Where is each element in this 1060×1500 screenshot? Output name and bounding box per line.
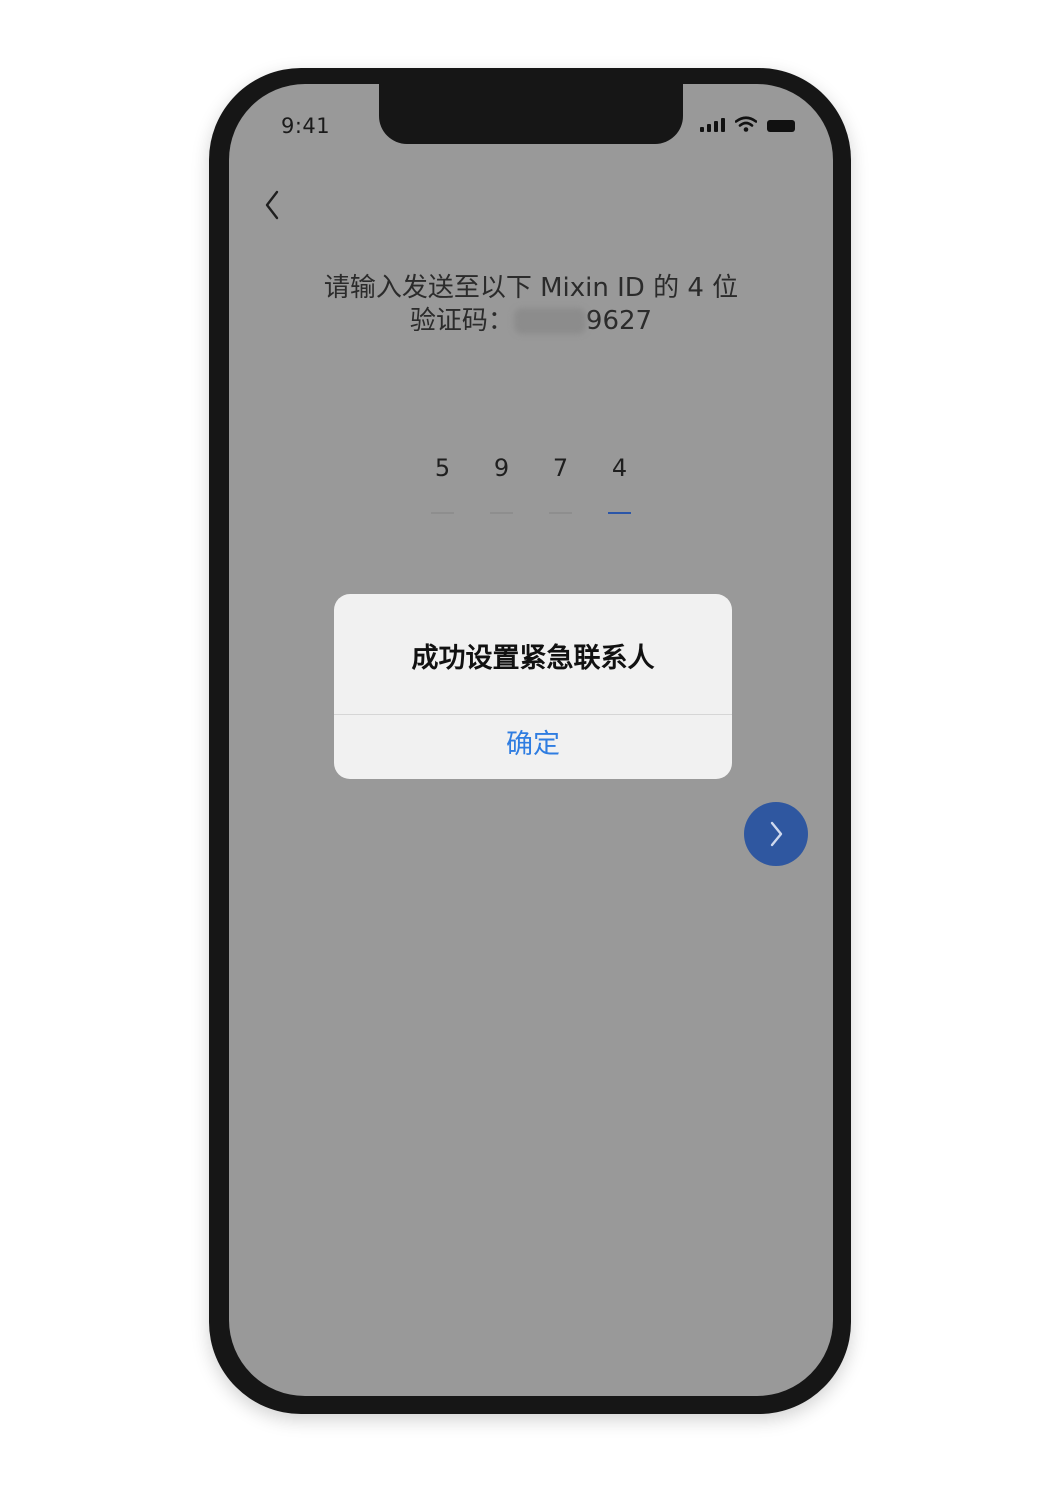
screen: 9:41 请输入发送至以下 Mixin ID 的 4 位 验证码： 9627 5… — [229, 84, 833, 1396]
code-digit-underline — [490, 512, 513, 514]
code-digit-value: 4 — [611, 454, 628, 482]
code-digit-2[interactable]: 9 — [490, 450, 513, 514]
instruction-id-suffix: 9627 — [585, 306, 653, 336]
chevron-right-icon — [770, 821, 783, 847]
phone-frame: 9:41 请输入发送至以下 Mixin ID 的 4 位 验证码： 9627 5… — [209, 68, 851, 1414]
instruction-line-2: 验证码： 9627 — [269, 305, 793, 338]
code-digit-value: 9 — [493, 454, 510, 482]
alert-title: 成功设置紧急联系人 — [411, 643, 655, 674]
code-digit-value: 5 — [434, 454, 451, 482]
status-icons — [700, 116, 795, 132]
redacted-id — [513, 308, 586, 334]
code-digit-underline-active — [608, 512, 631, 514]
next-button[interactable] — [744, 802, 808, 866]
verification-code-input[interactable]: 5 9 7 4 — [431, 450, 631, 514]
success-alert: 成功设置紧急联系人 确定 — [334, 594, 732, 779]
instruction-text: 请输入发送至以下 Mixin ID 的 4 位 验证码： 9627 — [269, 272, 793, 338]
code-digit-1[interactable]: 5 — [431, 450, 454, 514]
confirm-button[interactable]: 确定 — [334, 715, 732, 779]
back-button[interactable] — [259, 188, 289, 222]
code-digit-underline — [431, 512, 454, 514]
code-digit-4[interactable]: 4 — [608, 450, 631, 514]
code-digit-3[interactable]: 7 — [549, 450, 572, 514]
status-time: 9:41 — [281, 114, 331, 138]
instruction-prefix: 验证码： — [409, 306, 514, 336]
battery-icon — [767, 120, 795, 132]
code-digit-value: 7 — [552, 454, 569, 482]
wifi-icon — [735, 116, 757, 132]
code-digit-underline — [549, 512, 572, 514]
instruction-line-1: 请输入发送至以下 Mixin ID 的 4 位 — [323, 273, 739, 303]
chevron-left-icon — [265, 190, 279, 220]
notch — [379, 84, 683, 144]
signal-icon — [700, 118, 725, 132]
